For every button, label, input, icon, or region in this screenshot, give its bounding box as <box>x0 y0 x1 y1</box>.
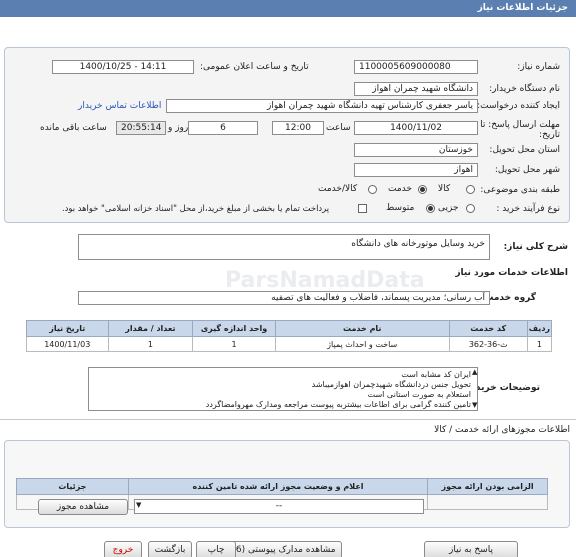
notes-scroll-down-icon[interactable]: ▼ <box>472 401 477 409</box>
process-radio-medium[interactable] <box>426 204 435 213</box>
buyer-note-line: تامین کننده گرامی برای اطاعات بیشتربه پی… <box>205 400 471 409</box>
back-button[interactable]: بازگشت <box>148 541 192 557</box>
remaining-time-field: 20:55:14 <box>116 121 166 135</box>
need-number-field: 1100005609000080 <box>354 60 478 74</box>
category-radio-goods-service[interactable] <box>368 185 377 194</box>
category-radio-service[interactable] <box>418 185 427 194</box>
category-option-goods: کالا <box>438 184 451 194</box>
col-permit-required: الزامی بودن ارائه مجوز <box>427 478 548 495</box>
process-label: نوع فرآیند خرید : <box>496 204 560 214</box>
reply-button[interactable]: پاسخ به نیاز <box>424 541 518 557</box>
permits-section-title: اطلاعات مجوزهای ارائه خدمت / کالا <box>434 425 570 435</box>
view-attachments-button[interactable]: مشاهده مدارک پیوستی (6) <box>226 541 342 557</box>
services-table: ردیف کد خدمت نام خدمت واحد اندازه گیری ت… <box>26 320 553 352</box>
permit-status-select[interactable]: -- <box>134 499 424 514</box>
category-option-service: خدمت <box>388 184 412 194</box>
col-need-date: تاریخ نیاز <box>26 320 109 337</box>
table-row: 1 ث-36-362 ساخت و احداث پمپاژ 1 1 1400/1… <box>26 336 553 352</box>
notes-scroll-up-icon[interactable]: ▲ <box>472 368 477 376</box>
treasury-payment-note: پرداخت تمام یا بخشی از مبلغ خرید،از محل … <box>62 203 330 213</box>
summary-label: شرح کلی نیاز: <box>503 242 568 252</box>
cell-quantity: 1 <box>107 336 194 352</box>
deadline-label: مهلت ارسال پاسخ: تا تاریخ: <box>480 120 560 140</box>
city-field: اهواز <box>354 163 478 177</box>
buyer-label: نام دستگاه خریدار: <box>489 84 560 94</box>
buyer-note-line: استعلام به صورت استانی است <box>367 390 471 399</box>
buyer-note-line: ایران کد مشابه است <box>401 370 471 379</box>
creator-field: یاسر جعفری کارشناس تهیه دانشگاه شهید چمر… <box>166 99 478 113</box>
creator-label: ایجاد کننده درخواست: <box>477 101 560 111</box>
col-permit-details: جزئیات <box>16 478 129 495</box>
deadline-date-field: 1400/11/02 <box>354 121 478 135</box>
hour-label: ساعت <box>326 123 351 133</box>
treasury-payment-checkbox[interactable] <box>358 204 367 213</box>
view-permit-button[interactable]: مشاهده مجوز <box>38 499 128 515</box>
need-number-label: شماره نیاز: <box>517 62 560 72</box>
cell-row: 1 <box>526 336 553 352</box>
process-option-minor: جزیی <box>438 203 459 213</box>
permit-status-value: -- <box>275 501 283 511</box>
cell-unit: 1 <box>192 336 276 352</box>
group-field: آب رسانی؛ مدیریت پسماند، فاضلاب و فعالیت… <box>78 291 490 305</box>
page-title: جزئیات اطلاعات نیاز <box>0 0 576 17</box>
category-label: طبقه بندی موضوعی: <box>480 185 560 195</box>
city-label: شهر محل تحویل: <box>494 165 560 175</box>
remaining-label: ساعت باقی مانده <box>40 123 107 133</box>
cell-need-date: 1400/11/03 <box>26 336 109 352</box>
col-unit: واحد اندازه گیری <box>192 320 276 337</box>
process-option-medium: متوسط <box>386 203 415 213</box>
buyer-note-line: تحویل جنس دردانشگاه شهیدچمران اهوازمیباش… <box>311 380 471 389</box>
cell-service-name: ساخت و احداث پمپاژ <box>274 336 450 352</box>
category-radio-goods[interactable] <box>466 185 475 194</box>
province-label: استان محل تحویل: <box>489 145 560 155</box>
buyer-notes-box[interactable]: ایران کد مشابه است تحویل جنس دردانشگاه ش… <box>88 367 478 411</box>
announce-label: تاریخ و ساعت اعلان عمومی: <box>200 62 309 72</box>
watermark-site: ParsNamadData <box>225 268 425 293</box>
col-quantity: تعداد / مقدار <box>107 320 194 337</box>
select-arrow-icon[interactable]: ▼ <box>136 501 141 509</box>
summary-field: خرید وسایل موتورخانه های دانشگاه <box>78 234 490 260</box>
announce-field: 1400/10/25 - 14:11 <box>52 60 194 74</box>
buyer-field: دانشگاه شهید چمران اهواز <box>354 82 478 96</box>
col-permit-status: اعلام و وضعیت مجوز ارائه شده تامین کننده <box>127 478 429 495</box>
contact-buyer-link[interactable]: اطلاعات تماس خریدار <box>78 101 161 111</box>
cell-permit-required <box>427 494 548 510</box>
col-row: ردیف <box>526 320 553 337</box>
exit-button[interactable]: خروج <box>104 541 142 557</box>
services-section-title: اطلاعات خدمات مورد نیاز <box>455 268 568 278</box>
province-field: خوزستان <box>354 143 478 157</box>
print-button[interactable]: چاپ <box>196 541 236 557</box>
category-option-goods-service: کالا/خدمت <box>318 184 358 194</box>
col-service-name: نام خدمت <box>274 320 450 337</box>
col-service-code: کد خدمت <box>448 320 528 337</box>
process-radio-minor[interactable] <box>466 204 475 213</box>
days-field: 6 <box>188 121 258 135</box>
days-label: روز و <box>168 123 189 133</box>
deadline-time-field: 12:00 <box>272 121 324 135</box>
cell-service-code: ث-36-362 <box>448 336 528 352</box>
section-divider <box>0 419 576 420</box>
